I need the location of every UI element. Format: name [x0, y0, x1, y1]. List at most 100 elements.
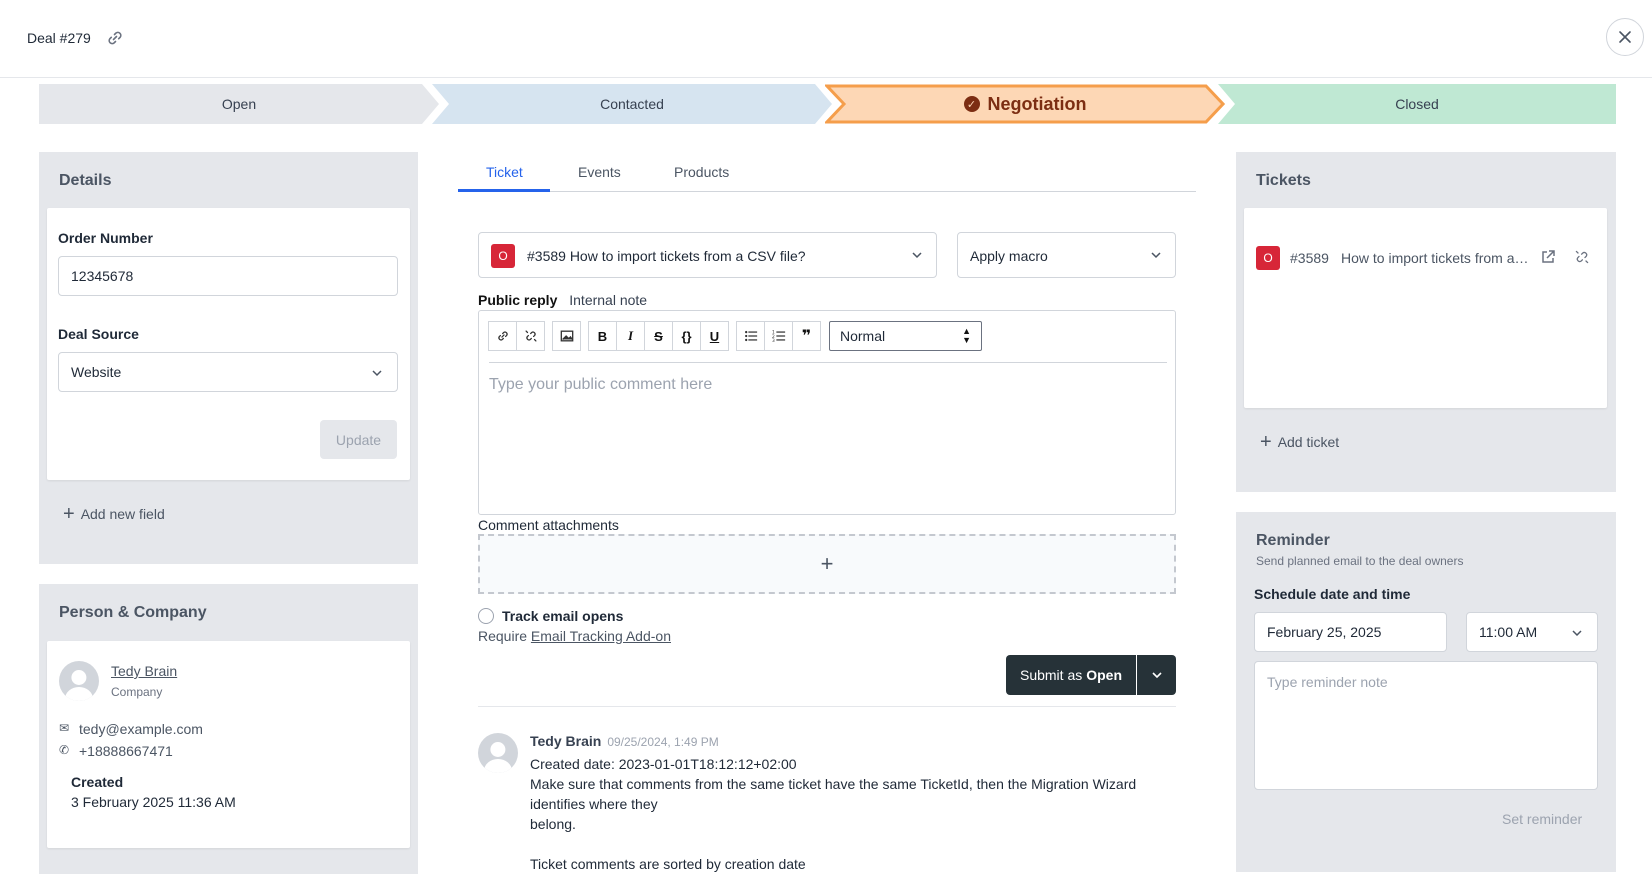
close-icon [1619, 31, 1631, 43]
tab-public-reply[interactable]: Public reply [478, 292, 557, 308]
chevron-down-icon [912, 252, 922, 259]
text-format-value: Normal [840, 328, 886, 344]
person-phone: +18888667471 [79, 743, 173, 759]
italic-button[interactable]: I [616, 321, 645, 351]
blockquote-button[interactable]: ❞ [792, 321, 821, 351]
update-button[interactable]: Update [320, 420, 397, 459]
ticket-select[interactable]: O #3589 How to import tickets from a CSV… [478, 232, 937, 278]
reply-textarea[interactable]: Type your public comment here [489, 376, 712, 394]
tab-ticket[interactable]: Ticket [486, 164, 523, 180]
track-email-opens-checkbox[interactable] [478, 608, 494, 624]
comment-header: Tedy Brain 09/25/2024, 1:49 PM [530, 733, 719, 749]
deal-source-value: Website [71, 364, 122, 380]
person-company-title: Person & Company [59, 604, 207, 621]
deal-header: Deal #279 [0, 0, 1652, 78]
stage-label: Open [221, 96, 257, 112]
reply-mode-tabs: Public reply Internal note [478, 292, 647, 308]
numbered-list-button[interactable]: 123 [764, 321, 793, 351]
reminder-note-textarea[interactable]: Type reminder note [1254, 661, 1598, 790]
stage-closed[interactable]: Closed [1218, 84, 1616, 124]
tab-internal-note[interactable]: Internal note [569, 292, 647, 308]
apply-macro-value: Apply macro [970, 248, 1048, 264]
numbered-list-icon: 123 [772, 329, 785, 343]
bold-button[interactable]: B [588, 321, 617, 351]
comment-line: Created date: 2023-01-01T18:12:12+02:00 [530, 756, 797, 772]
comment-author: Tedy Brain [530, 733, 602, 749]
sort-arrows-icon: ▲ ▼ [962, 326, 971, 345]
stage-open[interactable]: Open [39, 84, 439, 124]
order-number-label: Order Number [58, 230, 153, 246]
tab-events[interactable]: Events [578, 164, 621, 180]
link-icon[interactable] [105, 28, 125, 48]
email-tracking-addon-link[interactable]: Email Tracking Add-on [531, 628, 671, 644]
add-new-field-button[interactable]: + Add new field [63, 504, 165, 524]
close-button[interactable] [1606, 18, 1644, 56]
code-button[interactable]: {} [672, 321, 701, 351]
comment-divider [478, 706, 1176, 707]
created-value: 3 February 2025 11:36 AM [71, 794, 236, 810]
deal-tabs: Ticket Events Products [458, 156, 1196, 192]
order-number-value: 12345678 [71, 268, 134, 284]
stage-contacted[interactable]: Contacted [432, 84, 832, 124]
chevron-down-icon [1151, 252, 1161, 259]
order-number-input[interactable]: 12345678 [58, 256, 398, 296]
person-company-panel: Person & Company Tedy Brain Company ✉ te… [39, 584, 418, 874]
reminder-time-value: 11:00 AM [1479, 624, 1538, 640]
person-name-link[interactable]: Tedy Brain [111, 663, 177, 679]
add-new-field-label: Add new field [80, 506, 165, 522]
details-panel: Details Order Number 12345678 Deal Sourc… [39, 152, 418, 564]
track-email-opens-label: Track email opens [502, 608, 624, 624]
ticket-select-value: #3589 How to import tickets from a CSV f… [527, 248, 806, 264]
bullet-list-button[interactable] [736, 321, 765, 351]
person-card: Tedy Brain Company ✉ tedy@example.com ✆ … [47, 641, 410, 848]
stage-label: Closed [1395, 96, 1439, 112]
deal-title: Deal #279 [27, 30, 91, 46]
attachment-dropzone[interactable]: + [478, 534, 1176, 594]
apply-macro-select[interactable]: Apply macro [957, 232, 1176, 278]
chevron-down-icon [372, 370, 382, 377]
reminder-panel: Reminder Send planned email to the deal … [1236, 512, 1616, 872]
stage-label-text: Negotiation [987, 93, 1087, 114]
ticket-subject[interactable]: How to import tickets from a CSV file? [1341, 250, 1531, 266]
svg-text:3: 3 [772, 338, 775, 343]
comment-line: belong. [530, 816, 576, 832]
remove-link-button[interactable] [516, 321, 545, 351]
image-icon [560, 330, 573, 342]
bullet-list-icon [744, 330, 757, 342]
require-prefix: Require [478, 628, 528, 644]
tab-active-indicator [458, 189, 550, 192]
insert-image-button[interactable] [552, 321, 581, 351]
stage-negotiation[interactable]: ✓ Negotiation [825, 84, 1225, 124]
unlink-icon [524, 330, 537, 342]
editor-divider [489, 362, 1167, 363]
comment-line: Ticket comments are sorted by creation d… [530, 856, 806, 872]
unlink-icon[interactable] [1574, 249, 1590, 265]
details-title: Details [59, 172, 112, 189]
deal-source-label: Deal Source [58, 326, 139, 342]
underline-button[interactable]: U [700, 321, 729, 351]
text-format-select[interactable]: Normal ▲ ▼ [829, 321, 982, 351]
external-link-icon[interactable] [1540, 249, 1556, 265]
ticket-number[interactable]: #3589 [1290, 250, 1329, 266]
comment-timestamp: 09/25/2024, 1:49 PM [607, 735, 719, 749]
submit-status: Open [1086, 667, 1123, 683]
reminder-time-select[interactable]: 11:00 AM [1466, 612, 1598, 652]
add-ticket-button[interactable]: + Add ticket [1260, 432, 1339, 452]
email-icon: ✉ [59, 721, 70, 735]
chevron-down-icon [1572, 630, 1582, 637]
reminder-date-input[interactable]: February 25, 2025 [1254, 612, 1447, 652]
deal-source-select[interactable]: Website [58, 352, 398, 392]
reminder-note-placeholder: Type reminder note [1267, 674, 1388, 690]
plus-icon: + [1260, 431, 1272, 453]
tab-products[interactable]: Products [674, 164, 729, 180]
strikethrough-button[interactable]: S [644, 321, 673, 351]
submit-button[interactable]: Submit as Open [1006, 655, 1136, 695]
comment-attachments-label: Comment attachments [478, 517, 619, 533]
details-card: Order Number 12345678 Deal Source Websit… [47, 208, 410, 480]
submit-options-button[interactable] [1137, 655, 1176, 695]
set-reminder-button[interactable]: Set reminder [1502, 811, 1582, 827]
check-circle-icon: ✓ [963, 96, 980, 112]
chevron-down-icon [1151, 672, 1162, 679]
reminder-subtitle: Send planned email to the deal owners [1256, 554, 1464, 568]
insert-link-button[interactable] [488, 321, 517, 351]
